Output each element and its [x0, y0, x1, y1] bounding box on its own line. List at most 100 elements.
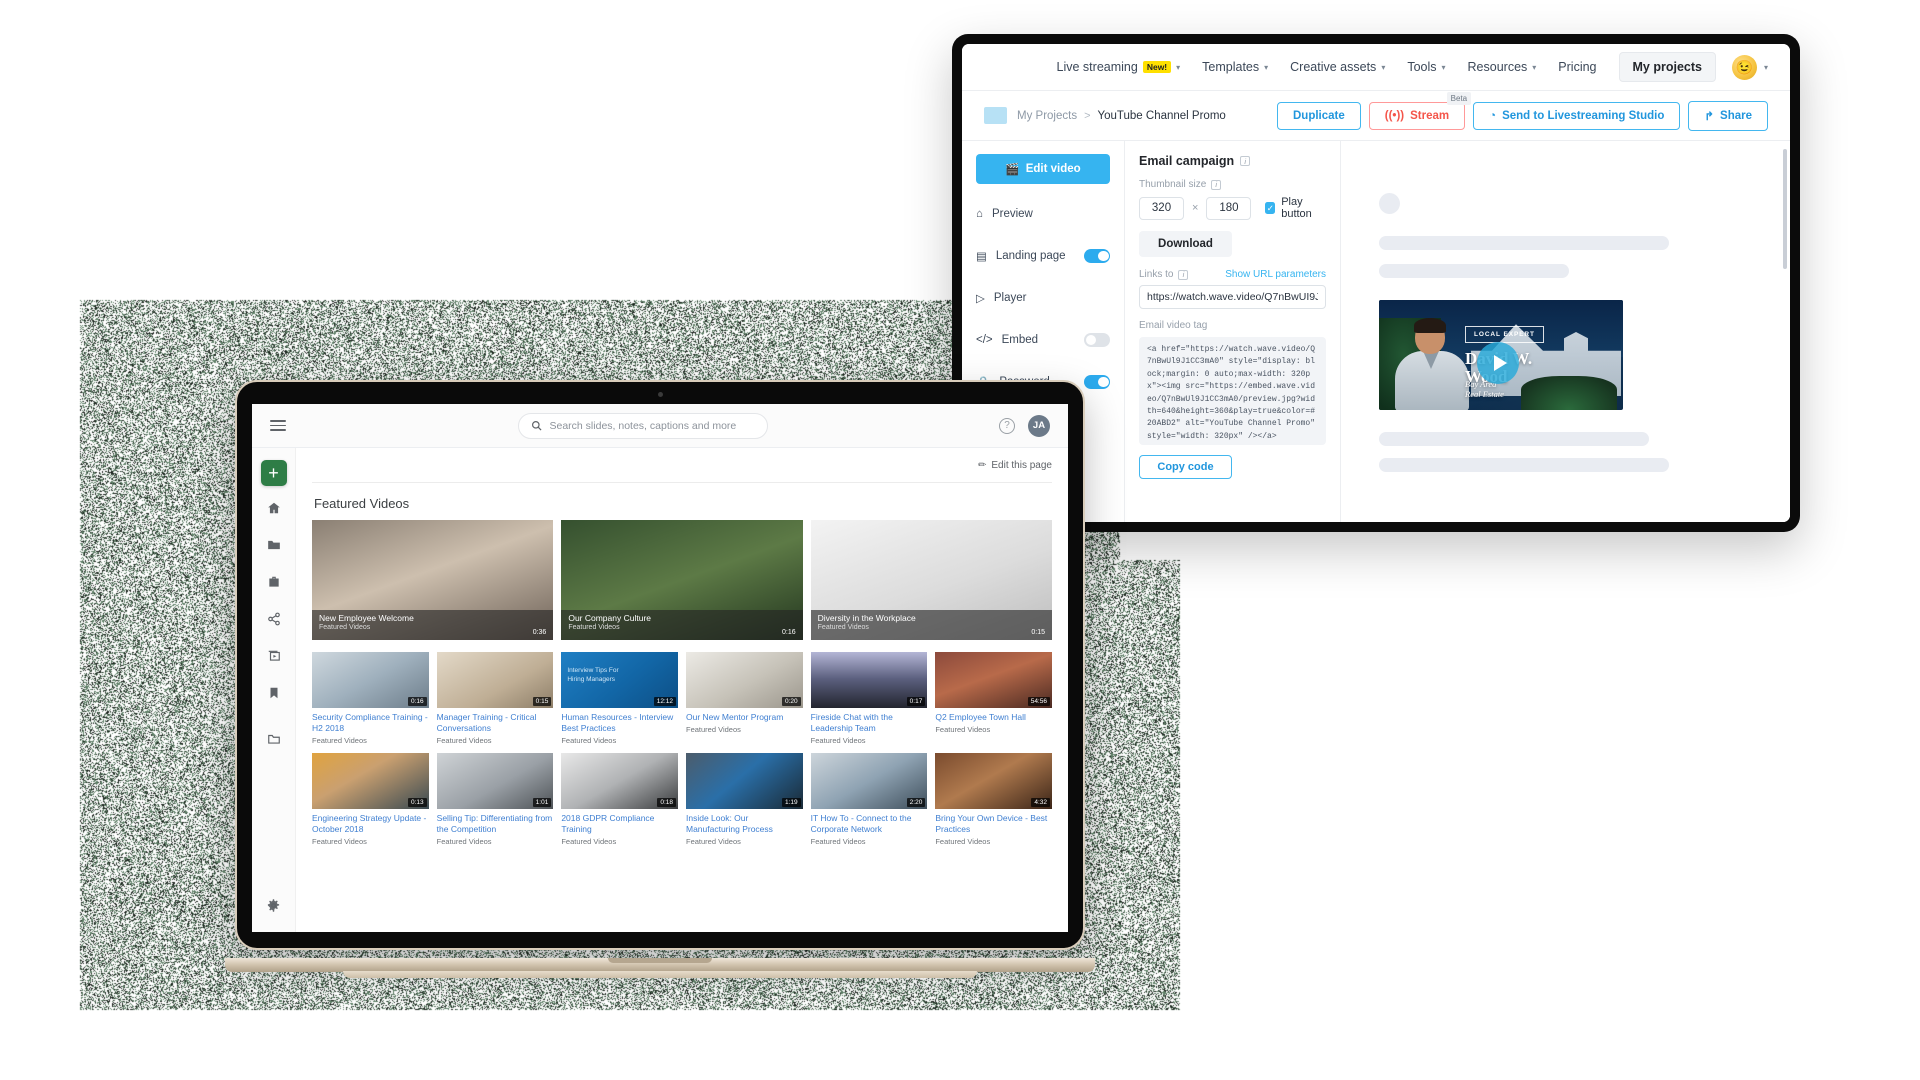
- nav-label: Pricing: [1558, 60, 1596, 74]
- hamburger-icon[interactable]: [270, 417, 286, 435]
- briefcase-icon[interactable]: [259, 567, 289, 597]
- video-title[interactable]: Engineering Strategy Update - October 20…: [312, 813, 429, 835]
- avatar-chevron-down-icon[interactable]: ▾: [1764, 63, 1768, 72]
- multiply-symbol: ×: [1192, 202, 1198, 214]
- video-title[interactable]: Bring Your Own Device - Best Practices: [935, 813, 1052, 835]
- email-campaign-panel: Email campaign i Thumbnail size i × ✓ Pl…: [1125, 141, 1341, 522]
- video-title[interactable]: Manager Training - Critical Conversation…: [437, 712, 554, 734]
- breadcrumb-action-bar: My Projects > YouTube Channel Promo Dupl…: [962, 91, 1790, 141]
- video-title[interactable]: Our New Mentor Program: [686, 712, 803, 723]
- video-title[interactable]: IT How To - Connect to the Corporate Net…: [811, 813, 928, 835]
- video-grid-item[interactable]: 0:16 Security Compliance Training - H2 20…: [312, 652, 429, 745]
- play-icon[interactable]: [1477, 342, 1519, 384]
- sidebar-item-preview[interactable]: ⌂ Preview: [976, 202, 1110, 226]
- search-icon: [531, 420, 542, 431]
- search-input[interactable]: Search slides, notes, captions and more: [518, 413, 768, 439]
- avatar[interactable]: 😉: [1732, 55, 1757, 80]
- landing-page-toggle[interactable]: [1084, 249, 1110, 263]
- breadcrumb-root[interactable]: My Projects: [1017, 110, 1077, 122]
- play-button-checkbox-row[interactable]: ✓ Play button: [1265, 196, 1326, 220]
- featured-video-card[interactable]: New Employee Welcome Featured Videos 0:36: [312, 520, 553, 640]
- playlist-icon[interactable]: [259, 641, 289, 671]
- video-thumbnail: Interview Tips For Hiring Managers 12:12: [561, 652, 678, 708]
- checkbox-checked-icon[interactable]: ✓: [1265, 202, 1275, 214]
- send-to-livestreaming-studio-button[interactable]: ◔ Send to Livestreaming Studio: [1473, 102, 1680, 130]
- video-duration: 0:18: [657, 798, 676, 807]
- stream-label: Stream: [1410, 110, 1449, 122]
- thumbnail-width-input[interactable]: [1139, 197, 1184, 220]
- video-grid-item[interactable]: 1:19 Inside Look: Our Manufacturing Proce…: [686, 753, 803, 846]
- email-video-tag-code[interactable]: <a href="https://watch.wave.video/Q7nBwU…: [1139, 337, 1326, 445]
- video-title[interactable]: Human Resources - Interview Best Practic…: [561, 712, 678, 734]
- my-projects-button[interactable]: My projects: [1619, 52, 1716, 82]
- sidebar-item-embed[interactable]: </> Embed: [976, 328, 1110, 352]
- video-title[interactable]: Security Compliance Training - H2 2018: [312, 712, 429, 734]
- video-grid-item[interactable]: 0:15 Manager Training - Critical Conversa…: [437, 652, 554, 745]
- video-title: Our Company Culture: [568, 613, 795, 623]
- home-icon[interactable]: [259, 493, 289, 523]
- scrollbar[interactable]: [1783, 149, 1787, 269]
- nav-item-templates[interactable]: Templates ▾: [1202, 60, 1268, 74]
- video-thumbnail: 1:19: [686, 753, 803, 809]
- avatar[interactable]: JA: [1028, 415, 1050, 437]
- edit-this-page-button[interactable]: ✏ Edit this page: [978, 460, 1052, 471]
- bookmark-icon[interactable]: [259, 678, 289, 708]
- nav-item-pricing[interactable]: Pricing: [1558, 60, 1596, 74]
- featured-video-card[interactable]: Diversity in the Workplace Featured Video…: [811, 520, 1052, 640]
- video-title[interactable]: Q2 Employee Town Hall: [935, 712, 1052, 723]
- folder-outline-icon[interactable]: [259, 724, 289, 754]
- video-grid-item[interactable]: 4:32 Bring Your Own Device - Best Practic…: [935, 753, 1052, 846]
- video-grid-item[interactable]: 0:17 Fireside Chat with the Leadership Te…: [811, 652, 928, 745]
- question-mark-icon[interactable]: ?: [999, 418, 1015, 434]
- preview-video-thumbnail[interactable]: LOCAL EXPERT David W. Wood Bay Area Real…: [1379, 300, 1623, 410]
- settings-icon[interactable]: [259, 890, 289, 920]
- sidebar-item-landing-page[interactable]: ▤ Landing page: [976, 244, 1110, 268]
- video-grid-item[interactable]: 0:13 Engineering Strategy Update - Octobe…: [312, 753, 429, 846]
- video-title[interactable]: 2018 GDPR Compliance Training: [561, 813, 678, 835]
- info-icon[interactable]: i: [1178, 270, 1188, 280]
- featured-video-row: New Employee Welcome Featured Videos 0:36 O…: [312, 520, 1052, 640]
- video-grid-item[interactable]: 54:56 Q2 Employee Town Hall Featured Video…: [935, 652, 1052, 745]
- embed-toggle[interactable]: [1084, 333, 1110, 347]
- add-button[interactable]: +: [261, 460, 287, 486]
- folder-icon[interactable]: [259, 530, 289, 560]
- code-icon: </>: [976, 334, 993, 346]
- sidebar-item-player[interactable]: ▷ Player: [976, 286, 1110, 310]
- video-duration: 54:56: [1028, 697, 1050, 706]
- app-sidebar-rail: +: [252, 448, 296, 932]
- laptop-foot: [343, 971, 977, 978]
- nav-item-live-streaming[interactable]: Live streaming New! ▾: [1057, 60, 1181, 74]
- video-title[interactable]: Selling Tip: Differentiating from the Co…: [437, 813, 554, 835]
- copy-code-button[interactable]: Copy code: [1139, 455, 1232, 479]
- thumbnail-height-input[interactable]: [1206, 197, 1251, 220]
- nav-label: Resources: [1468, 60, 1528, 74]
- video-grid-item[interactable]: Interview Tips For Hiring Managers 12:12 H…: [561, 652, 678, 745]
- info-icon[interactable]: i: [1211, 180, 1221, 190]
- nav-item-tools[interactable]: Tools ▾: [1407, 60, 1445, 74]
- send-label: Send to Livestreaming Studio: [1502, 110, 1664, 122]
- edit-video-label: Edit video: [1026, 163, 1081, 175]
- video-grid-item[interactable]: 2:20 IT How To - Connect to the Corporate…: [811, 753, 928, 846]
- action-buttons: Duplicate ((•)) Stream Beta ◔ Send to Li…: [1277, 101, 1768, 131]
- share-icon[interactable]: [259, 604, 289, 634]
- edit-this-page-label: Edit this page: [991, 460, 1052, 471]
- video-subtitle: Featured Videos: [935, 725, 1052, 734]
- info-icon[interactable]: i: [1240, 156, 1250, 166]
- video-title[interactable]: Inside Look: Our Manufacturing Process: [686, 813, 803, 835]
- link-url-input[interactable]: [1139, 285, 1326, 309]
- nav-item-resources[interactable]: Resources ▾: [1468, 60, 1537, 74]
- download-button[interactable]: Download: [1139, 231, 1232, 257]
- video-subtitle: Featured Videos: [437, 837, 554, 846]
- stream-button[interactable]: ((•)) Stream Beta: [1369, 102, 1465, 130]
- featured-video-card[interactable]: Our Company Culture Featured Videos 0:16: [561, 520, 802, 640]
- share-button[interactable]: ↱ Share: [1688, 101, 1768, 131]
- show-url-parameters-link[interactable]: Show URL parameters: [1225, 269, 1326, 280]
- video-grid-item[interactable]: 1:01 Selling Tip: Differentiating from th…: [437, 753, 554, 846]
- edit-video-button[interactable]: 🎬 Edit video: [976, 154, 1110, 184]
- video-grid-item[interactable]: 0:20 Our New Mentor Program Featured Video…: [686, 652, 803, 745]
- duplicate-button[interactable]: Duplicate: [1277, 102, 1361, 130]
- video-thumbnail: 0:15: [437, 652, 554, 708]
- video-title[interactable]: Fireside Chat with the Leadership Team: [811, 712, 928, 734]
- nav-item-creative-assets[interactable]: Creative assets ▾: [1290, 60, 1385, 74]
- video-grid-item[interactable]: 0:18 2018 GDPR Compliance Training Feature…: [561, 753, 678, 846]
